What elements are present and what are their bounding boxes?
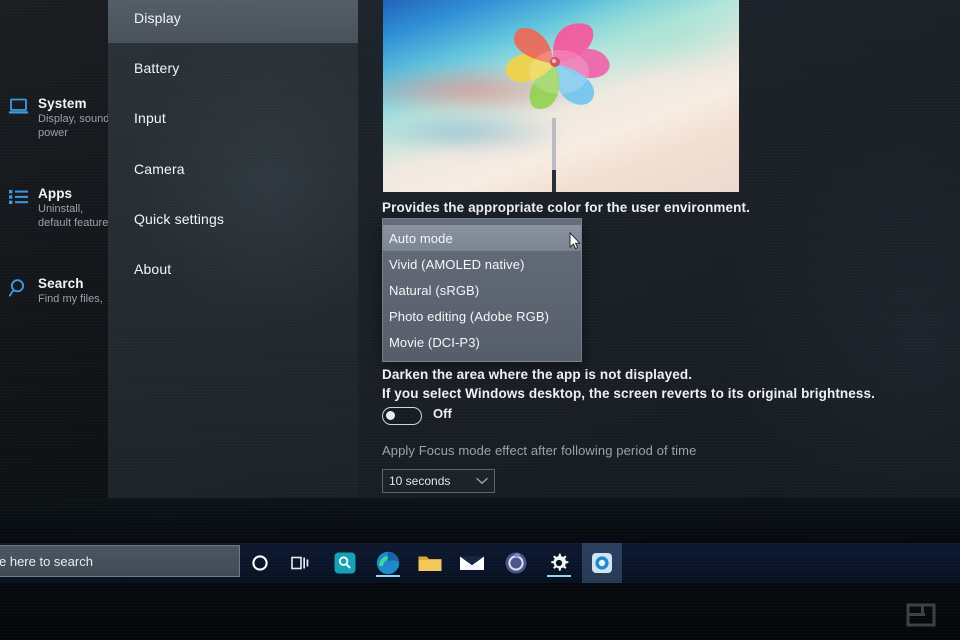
list-icon	[0, 186, 38, 206]
category-subtitle: Uninstall, default features	[38, 203, 108, 229]
taskbar-active-underline	[547, 575, 571, 577]
dropdown-option-label: Movie (DCI-P3)	[389, 334, 480, 350]
engadget-logo	[906, 603, 936, 627]
taskbar-search-box[interactable]: e here to search	[0, 545, 240, 577]
category-text: Apps Uninstall, default features	[38, 186, 108, 230]
nav-item-quick-settings[interactable]: Quick settings	[108, 194, 358, 244]
edge-browser-icon[interactable]	[368, 547, 408, 579]
search-placeholder-text: e here to search	[0, 553, 93, 569]
laptop-icon	[0, 96, 38, 116]
settings-nav-pane: Display Battery Input Camera Quick setti…	[108, 0, 359, 498]
focus-delay-value: 10 seconds	[389, 474, 451, 488]
nav-item-label: Battery	[134, 60, 180, 76]
circle-app-icon[interactable]	[496, 547, 536, 579]
dropdown-option-vivid[interactable]: Vivid (AMOLED native)	[383, 251, 581, 277]
category-item-apps[interactable]: Apps Uninstall, default features	[0, 186, 108, 230]
mouse-cursor-icon	[569, 232, 581, 250]
nav-item-label: Input	[134, 110, 166, 126]
category-item-search[interactable]: Search Find my files,	[0, 276, 108, 306]
file-explorer-icon[interactable]	[410, 547, 450, 579]
focus-mode-line-1: Darken the area where the app is not dis…	[382, 367, 693, 382]
focus-mode-toggle[interactable]	[382, 407, 422, 425]
nav-item-display[interactable]: Display	[108, 0, 358, 43]
color-mode-dropdown-list[interactable]: Auto mode Vivid (AMOLED native) Natural …	[382, 218, 582, 362]
dropdown-option-photo-editing[interactable]: Photo editing (Adobe RGB)	[383, 303, 581, 329]
settings-content-pane: Provides the appropriate color for the u…	[358, 0, 960, 498]
nav-item-label: Camera	[134, 161, 185, 177]
category-subtitle: Display, sound, power	[38, 113, 108, 139]
settings-gear-icon[interactable]	[539, 547, 579, 579]
focus-mode-line-2: If you select Windows desktop, the scree…	[382, 386, 875, 401]
magnifier-icon	[0, 276, 38, 298]
settings-category-rail: System Display, sound, power Apps Uninst…	[0, 0, 108, 498]
cortana-icon[interactable]	[240, 547, 280, 579]
nav-item-label: Quick settings	[134, 211, 225, 227]
dropdown-option-auto-mode[interactable]: Auto mode	[383, 225, 581, 251]
dropdown-option-movie[interactable]: Movie (DCI-P3)	[383, 329, 581, 355]
screen-photo: System Display, sound, power Apps Uninst…	[0, 0, 960, 640]
task-view-icon[interactable]	[280, 547, 320, 579]
taskbar-active-underline	[376, 575, 400, 577]
settings-window: System Display, sound, power Apps Uninst…	[0, 0, 960, 498]
category-item-system[interactable]: System Display, sound, power	[0, 96, 108, 140]
category-text: System Display, sound, power	[38, 96, 108, 140]
dropdown-option-natural[interactable]: Natural (sRGB)	[383, 277, 581, 303]
display-preview-image	[383, 0, 739, 192]
focus-mode-toggle-state: Off	[433, 406, 452, 421]
display-bezel	[0, 583, 960, 640]
nav-item-camera[interactable]: Camera	[108, 144, 358, 194]
category-title: Search	[38, 276, 84, 291]
display-app-icon[interactable]	[582, 543, 622, 583]
focus-delay-label: Apply Focus mode effect after following …	[382, 443, 697, 458]
category-subtitle: Find my files,	[38, 293, 103, 305]
nav-item-label: About	[134, 261, 172, 277]
dropdown-option-label: Photo editing (Adobe RGB)	[389, 308, 550, 324]
category-title: Apps	[38, 186, 73, 201]
dropdown-option-label: Vivid (AMOLED native)	[389, 256, 525, 272]
desktop-background-strip	[0, 498, 960, 543]
category-text: Search Find my files,	[38, 276, 108, 306]
taskbar: e here to search	[0, 543, 960, 583]
nav-item-input[interactable]: Input	[108, 93, 358, 143]
search-app-icon[interactable]	[325, 547, 365, 579]
nav-item-about[interactable]: About	[108, 244, 358, 294]
category-title: System	[38, 96, 87, 111]
mail-icon[interactable]	[452, 547, 492, 579]
color-mode-description: Provides the appropriate color for the u…	[382, 200, 750, 215]
toggle-knob	[386, 411, 395, 420]
nav-item-battery[interactable]: Battery	[108, 43, 358, 93]
chevron-down-icon	[476, 477, 488, 485]
nav-item-label: Display	[134, 10, 181, 26]
focus-delay-select[interactable]: 10 seconds	[382, 469, 495, 493]
dropdown-option-label: Natural (sRGB)	[389, 282, 480, 298]
dropdown-option-label: Auto mode	[389, 230, 453, 246]
pinwheel-graphic	[505, 23, 610, 192]
